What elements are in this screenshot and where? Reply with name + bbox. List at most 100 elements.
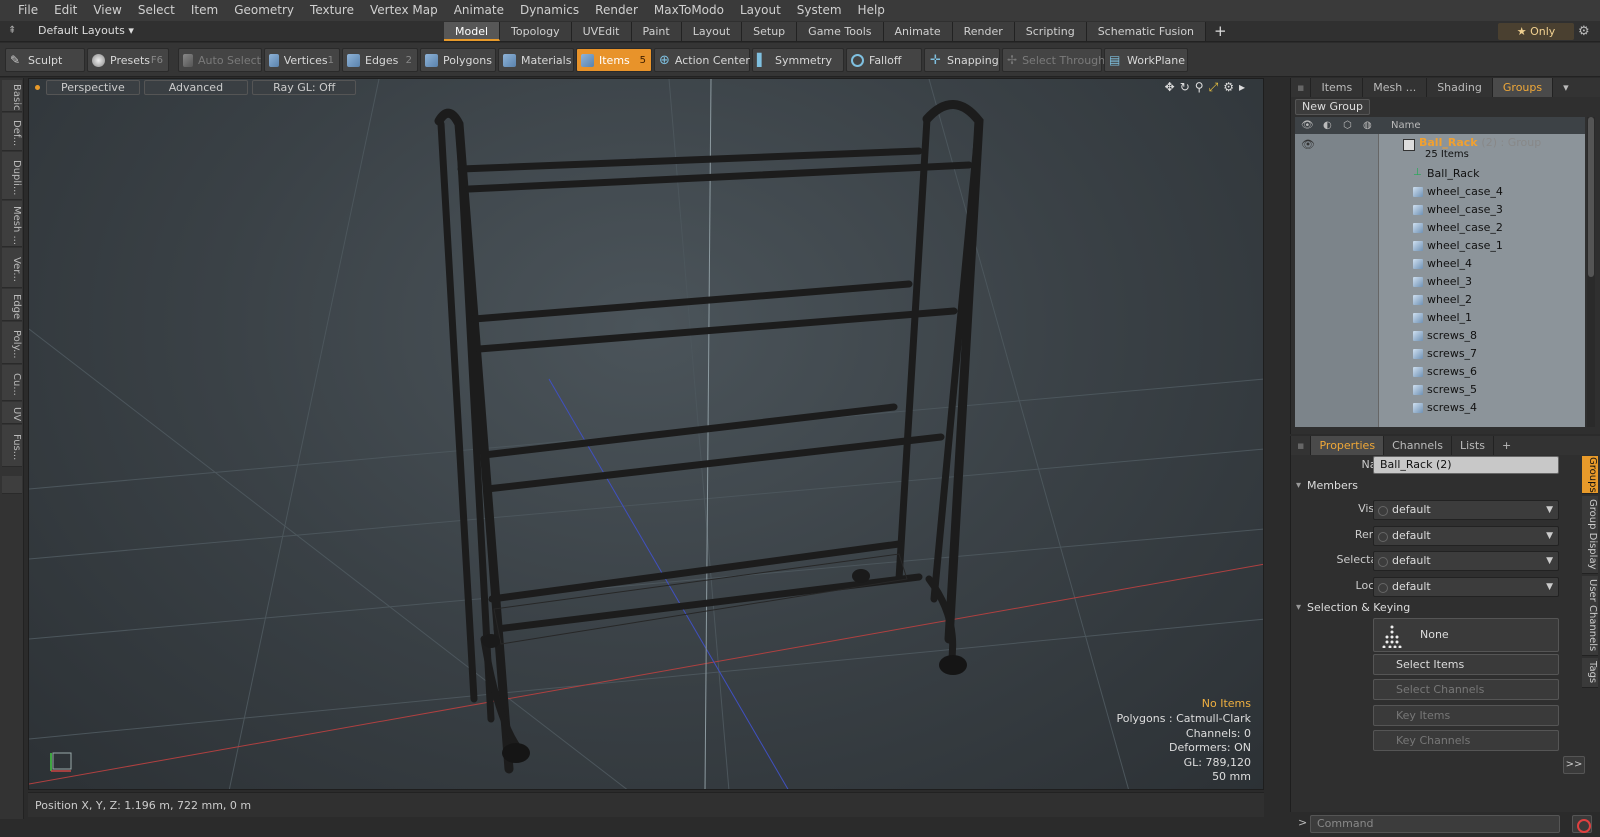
tab-scripting[interactable]: Scripting — [1014, 22, 1087, 41]
items-button[interactable]: Items 5 — [576, 48, 652, 72]
command-input[interactable]: Command — [1310, 815, 1560, 833]
render-col-icon[interactable]: ◐ — [1323, 117, 1332, 134]
members-section[interactable]: Members — [1295, 478, 1557, 494]
menu-animate[interactable]: Animate — [446, 0, 512, 21]
workplane-button[interactable]: ▤ WorkPlane — [1104, 48, 1188, 72]
pin-icon[interactable]: ⇞ — [8, 25, 16, 36]
menu-file[interactable]: File — [10, 0, 46, 21]
polygons-button[interactable]: Polygons — [420, 48, 496, 72]
tree-row[interactable]: wheel_case_3 — [1295, 201, 1585, 219]
add-tab-icon[interactable]: + — [1206, 22, 1235, 41]
vertices-button[interactable]: Vertices 1 — [264, 48, 340, 72]
tree-scrollbar[interactable] — [1587, 117, 1595, 427]
menu-help[interactable]: Help — [850, 0, 893, 21]
layout-selector[interactable]: Default Layouts ▾ — [38, 24, 134, 37]
move-view-icon[interactable]: ✥ — [1165, 80, 1175, 95]
visibility-col-icon[interactable]: 👁 — [1301, 117, 1314, 134]
left-tab-curve[interactable]: Cu... — [2, 365, 22, 401]
tab-setup[interactable]: Setup — [742, 22, 798, 41]
new-group-button[interactable]: New Group — [1295, 99, 1370, 115]
selectable-select[interactable]: default ▼ — [1373, 551, 1559, 571]
side-tab-groups[interactable]: Groups — [1582, 456, 1598, 494]
tab-channels[interactable]: Channels — [1384, 436, 1452, 455]
left-tab-duplicate[interactable]: Dupli... — [2, 152, 22, 200]
left-tab-basic[interactable]: Basic — [2, 80, 22, 112]
locked-select[interactable]: default ▼ — [1373, 577, 1559, 597]
tab-items[interactable]: Items — [1311, 78, 1364, 97]
tab-model[interactable]: Model — [444, 22, 501, 41]
select-channels-button[interactable]: Select Channels — [1373, 679, 1559, 700]
menu-vertex-map[interactable]: Vertex Map — [362, 0, 446, 21]
tree-row[interactable]: screws_8 — [1295, 327, 1585, 345]
viewport-settings-icon[interactable]: ⚙ — [1223, 80, 1234, 95]
key-channels-button[interactable]: Key Channels — [1373, 730, 1559, 751]
view-mode-button[interactable]: Perspective — [46, 80, 140, 95]
menu-dynamics[interactable]: Dynamics — [512, 0, 587, 21]
tree-row[interactable]: screws_5 — [1295, 381, 1585, 399]
tree-row[interactable]: screws_7 — [1295, 345, 1585, 363]
menu-view[interactable]: View — [85, 0, 129, 21]
gear-icon[interactable]: ⚙ — [1578, 24, 1590, 39]
tabs-dropdown-icon[interactable]: ▾ — [1553, 78, 1579, 97]
tree-row[interactable]: wheel_case_4 — [1295, 183, 1585, 201]
visible-select[interactable]: default ▼ — [1373, 500, 1559, 520]
tab-render[interactable]: Render — [952, 22, 1015, 41]
action-center-button[interactable]: ⊕ Action Center — [654, 48, 750, 72]
tab-mesh[interactable]: Mesh ... — [1363, 78, 1428, 97]
tab-paint[interactable]: Paint — [631, 22, 682, 41]
only-button[interactable]: ★ Only — [1498, 23, 1574, 40]
menu-texture[interactable]: Texture — [302, 0, 362, 21]
tree-row[interactable]: wheel_case_2 — [1295, 219, 1585, 237]
zoom-view-icon[interactable]: ⚲ — [1195, 80, 1204, 95]
materials-button[interactable]: Materials — [498, 48, 574, 72]
tree-row[interactable]: wheel_case_1 — [1295, 237, 1585, 255]
3d-viewport[interactable]: Perspective Advanced Ray GL: Off ✥ ↻ ⚲ ⤢… — [28, 78, 1264, 790]
left-tab-polygon[interactable]: Poly... — [2, 322, 22, 364]
selection-keying-section[interactable]: Selection & Keying — [1295, 600, 1557, 616]
panel-menu-dot[interactable]: ▪ — [1291, 78, 1312, 97]
group-row-ball-rack[interactable]: 👁 Ball_Rack (2) : Group 25 Items — [1295, 136, 1585, 162]
left-tab-extra[interactable] — [2, 476, 22, 494]
tab-shading[interactable]: Shading — [1427, 78, 1493, 97]
left-tab-vertex[interactable]: Ver... — [2, 248, 22, 288]
key-items-button[interactable]: Key Items — [1373, 705, 1559, 726]
left-tab-edge[interactable]: Edge — [2, 289, 22, 321]
tree-row[interactable]: screws_6 — [1295, 363, 1585, 381]
render-select[interactable]: default ▼ — [1373, 526, 1559, 546]
side-tab-tags[interactable]: Tags — [1582, 658, 1598, 688]
select-items-button[interactable]: Select Items — [1373, 654, 1559, 675]
select-col-icon[interactable]: ⬡ — [1343, 117, 1352, 134]
tab-lists[interactable]: Lists — [1452, 436, 1494, 455]
tab-properties[interactable]: Properties — [1311, 436, 1385, 455]
tree-row[interactable]: wheel_3 — [1295, 273, 1585, 291]
falloff-button[interactable]: Falloff — [846, 48, 922, 72]
viewport-expand-icon[interactable]: ▸ — [1239, 80, 1245, 95]
raygl-button[interactable]: Ray GL: Off — [252, 80, 357, 95]
menu-maxtomodo[interactable]: MaxToModo — [646, 0, 732, 21]
tab-layout[interactable]: Layout — [681, 22, 743, 41]
menu-geometry[interactable]: Geometry — [226, 0, 302, 21]
more-button[interactable]: >> — [1563, 756, 1585, 774]
lock-col-icon[interactable]: ◍ — [1363, 117, 1372, 134]
fit-view-icon[interactable]: ⤢ — [1209, 80, 1219, 95]
menu-render[interactable]: Render — [587, 0, 646, 21]
properties-menu-dot[interactable]: ▪ — [1291, 436, 1312, 455]
tab-schematic-fusion[interactable]: Schematic Fusion — [1086, 22, 1207, 41]
scrollbar-thumb[interactable] — [1588, 117, 1594, 277]
menu-select[interactable]: Select — [130, 0, 183, 21]
eye-icon[interactable]: 👁 — [1301, 136, 1315, 154]
menu-edit[interactable]: Edit — [46, 0, 85, 21]
viewport-menu-dot[interactable] — [35, 85, 40, 90]
tree-row[interactable]: screws_4 — [1295, 399, 1585, 417]
symmetry-button[interactable]: ▌ Symmetry — [752, 48, 844, 72]
tree-row[interactable]: wheel_1 — [1295, 309, 1585, 327]
rotate-view-icon[interactable]: ↻ — [1180, 80, 1190, 95]
left-tab-deform[interactable]: Def... — [2, 113, 22, 151]
tab-animate[interactable]: Animate — [883, 22, 953, 41]
select-through-button[interactable]: ✢ Select Through — [1002, 48, 1105, 72]
tree-row[interactable]: wheel_4 — [1295, 255, 1585, 273]
record-macro-button[interactable] — [1572, 815, 1592, 833]
edges-button[interactable]: Edges 2 — [342, 48, 418, 72]
menu-item[interactable]: Item — [183, 0, 226, 21]
side-tab-user-channels[interactable]: User Channels — [1582, 576, 1598, 656]
